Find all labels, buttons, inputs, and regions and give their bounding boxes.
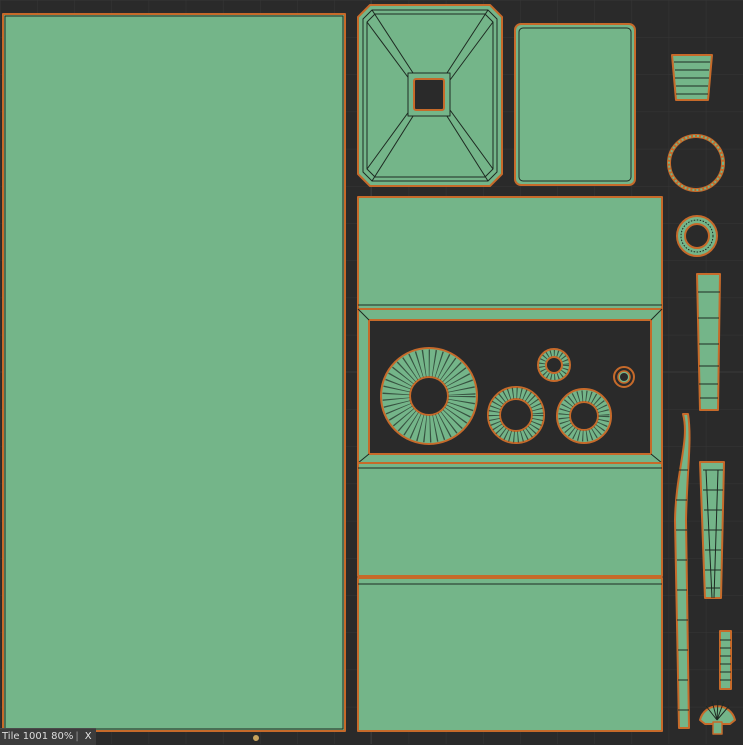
uv-layout-canvas[interactable]: [0, 0, 743, 744]
uv-shell-disc-large: [380, 347, 478, 445]
uv-shell-box-middle: [357, 462, 663, 577]
uv-editor-viewport[interactable]: [0, 0, 743, 744]
uv-shell-box-bottom: [357, 577, 663, 732]
uv-shell-large-panel: [2, 13, 346, 732]
uv-shell-strip-tiny: [719, 630, 732, 690]
uv-shell-funnel: [357, 4, 503, 187]
zoom-level: 80%: [51, 731, 74, 742]
uv-shell-disc-medium: [487, 386, 545, 444]
close-button[interactable]: X: [81, 729, 96, 745]
tile-label: Tile 1001: [2, 731, 49, 742]
uv-shell-disc-medium: [556, 388, 612, 444]
uv-shell-disc-small: [537, 348, 571, 382]
uv-shell-box-top: [357, 196, 663, 310]
uv-shell-strip-lower: [699, 461, 725, 599]
uv-shell-cap: [671, 54, 713, 101]
uv-shell-strip-upper: [696, 273, 721, 411]
status-separator: |: [75, 731, 79, 742]
uv-shell-ring-small: [676, 215, 718, 257]
status-bar: Tile 1001 80% | X: [0, 728, 96, 745]
uv-shell-square: [514, 23, 636, 186]
uv-pivot-dot: [253, 735, 259, 741]
